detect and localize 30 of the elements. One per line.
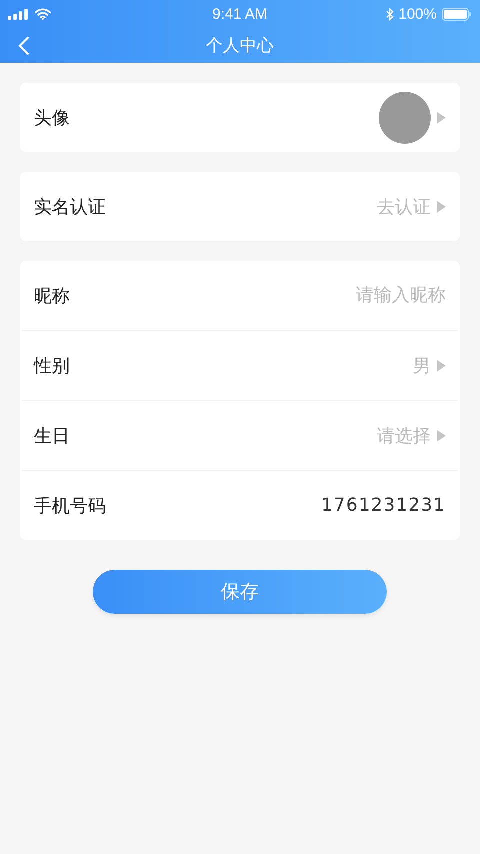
wifi-icon xyxy=(35,8,51,20)
row-value: 1761231231 xyxy=(321,495,446,516)
row-label: 实名认证 xyxy=(34,196,106,218)
settings-row[interactable]: 性别 男 xyxy=(22,331,458,401)
row-label: 性别 xyxy=(34,354,70,378)
caret-icon xyxy=(437,430,446,442)
status-time: 9:41 AM xyxy=(212,6,268,22)
page-title: 个人中心 xyxy=(206,35,274,57)
row-value: 请选择 xyxy=(377,424,431,448)
row-value: 男 xyxy=(413,354,431,378)
row-label: 头像 xyxy=(34,106,70,130)
avatar[interactable] xyxy=(379,92,431,144)
row-label: 昵称 xyxy=(34,284,70,308)
row-value: 去认证 xyxy=(377,196,431,218)
settings-row[interactable]: 手机号码 1761231231 xyxy=(22,471,458,540)
caret-icon xyxy=(437,112,446,124)
settings-row[interactable]: 生日 请选择 xyxy=(22,401,458,471)
caret-icon xyxy=(437,360,446,372)
signal-icon xyxy=(8,8,30,20)
caret-icon xyxy=(437,200,446,212)
nickname-field[interactable]: 请输入昵称 xyxy=(286,285,446,306)
settings-row[interactable]: 实名认证 去认证 xyxy=(22,172,458,241)
bluetooth-icon xyxy=(386,8,394,20)
row-label: 手机号码 xyxy=(34,494,106,518)
settings-row[interactable]: 昵称 请输入昵称 xyxy=(22,261,458,331)
row-label: 生日 xyxy=(34,424,70,448)
battery-icon xyxy=(442,8,472,20)
settings-row[interactable]: 头像 xyxy=(22,83,458,152)
battery-percent: 100% xyxy=(398,6,437,22)
back-icon xyxy=(18,36,30,56)
